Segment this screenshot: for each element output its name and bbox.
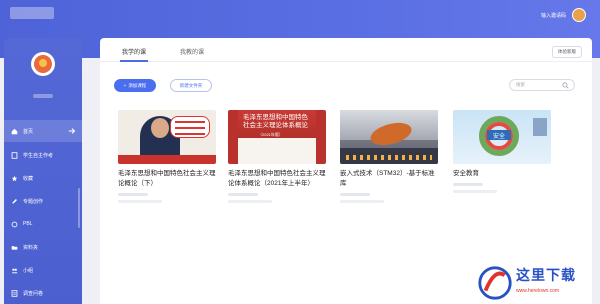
add-course-label: 添加课程 [128,82,147,88]
sidebar-item-label: 资料夹 [23,244,39,251]
course-card[interactable]: 嵌入式技术（STM32）-基于标准库 [340,110,438,203]
course-card[interactable]: 毛泽东思想和中国特色社会主义理论体系概论 （2021年版） 毛泽东思想和中国特色… [228,110,326,203]
active-tab-indicator [120,60,148,62]
course-title[interactable]: 嵌入式技术（STM32）-基于标准库 [340,169,438,189]
sidebar-item-label: 首页 [23,128,34,135]
group-icon [10,266,18,274]
sidebar: 首页 学生自主作考 收藏 专题创作 PBL 资料夹 小组 调查问卷 [4,38,82,304]
search-input[interactable]: 搜索 [509,79,575,91]
home-icon [10,127,18,135]
sidebar-item-folders[interactable]: 资料夹 [4,236,82,258]
course-class [228,200,272,203]
arrow-right-icon [68,128,76,134]
survey-icon [10,289,18,297]
sidebar-item-home[interactable]: 首页 [4,120,82,142]
sidebar-item-label: 收藏 [23,175,34,182]
sidebar-item-label: PBL [23,221,33,227]
sidebar-item-survey[interactable]: 调查问卷 [4,282,82,304]
folder-icon [10,243,18,251]
sidebar-item-favorites[interactable]: 收藏 [4,167,82,189]
course-title[interactable]: 毛泽东思想和中国特色社会主义理论概论（下） [118,169,216,189]
avatar[interactable] [572,8,586,22]
tab-my-learning[interactable]: 我学的课 [122,47,146,56]
course-teacher [453,183,483,186]
course-card[interactable]: 安全 安全教育 [453,110,551,193]
cover-title: 安全 [487,130,511,140]
sidebar-item-label: 学生自主作考 [23,152,54,159]
edit-icon [10,197,18,205]
watermark-logo-icon [478,266,512,300]
sidebar-item-topics[interactable]: 专题创作 [4,190,82,212]
plus-icon: + [123,83,127,88]
sidebar-item-groups[interactable]: 小组 [4,259,82,281]
watermark-url: www.herelown.com [516,288,560,294]
add-course-button[interactable]: + 添加课程 [114,79,156,92]
course-tabs: 我学的课 我教的课 体验新版 [100,38,592,62]
course-cover-image[interactable]: 安全 [453,110,551,164]
profile-avatar[interactable] [31,52,55,76]
course-cover-image[interactable]: 毛泽东思想和中国特色社会主义理论体系概论 （2021年版） [228,110,326,164]
course-teacher [118,193,148,196]
course-title[interactable]: 毛泽东思想和中国特色社会主义理论体系概论（2021年上半年） [228,169,326,189]
course-cover-image[interactable] [340,110,438,164]
sidebar-item-label: 调查问卷 [23,290,44,297]
new-folder-button[interactable]: 新建文件夹 [170,79,212,92]
pbl-icon [10,220,18,228]
course-class [118,200,162,203]
invite-code-link[interactable]: 输入邀请码 [541,12,566,19]
watermark-text: 这里下载 [516,268,576,284]
profile-name [33,94,53,98]
course-teacher [228,193,258,196]
cover-subtitle: （2021年版） [258,132,283,137]
search-icon [562,82,569,89]
course-teacher [340,193,370,196]
site-watermark: 这里下载 www.herelown.com [476,262,600,304]
header-user-area[interactable]: 输入邀请码 [541,8,586,22]
app-logo [10,7,54,19]
sidebar-scrollbar[interactable] [78,188,80,228]
try-new-version-button[interactable]: 体验新版 [552,46,582,58]
sidebar-item-label: 专题创作 [23,198,44,205]
sidebar-item-self-test[interactable]: 学生自主作考 [4,144,82,166]
course-title[interactable]: 安全教育 [453,169,551,179]
course-class [340,200,384,203]
cover-title: 毛泽东思想和中国特色社会主义理论体系概论 [243,114,308,129]
course-class [453,190,497,193]
sidebar-item-label: 小组 [23,267,34,274]
course-card[interactable]: 毛泽东思想和中国特色社会主义理论概论（下） [118,110,216,203]
sidebar-item-pbl[interactable]: PBL [4,213,82,235]
star-icon [10,174,18,182]
tab-my-teaching[interactable]: 我教的课 [180,47,204,56]
search-placeholder: 搜索 [516,82,525,87]
course-cover-image[interactable] [118,110,216,164]
test-icon [10,151,18,159]
